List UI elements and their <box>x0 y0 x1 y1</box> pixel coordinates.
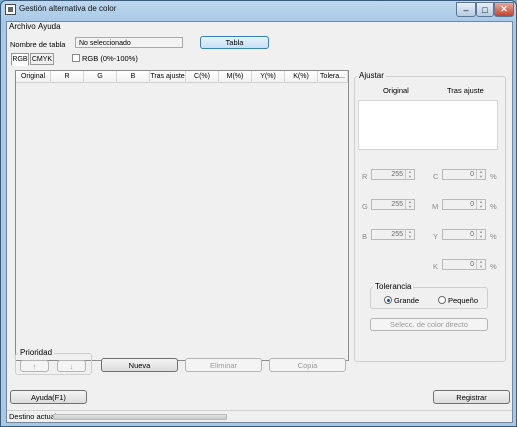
maximize-button[interactable]: □ <box>476 2 494 17</box>
adjust-after-label: Tras ajuste <box>447 86 484 95</box>
close-button[interactable]: ✕ <box>494 2 514 17</box>
k-label: K <box>433 262 439 271</box>
y-value: 0 <box>470 231 474 238</box>
copy-button[interactable]: Copia <box>269 358 346 372</box>
m-spinner[interactable]: 0 ▲ ▼ <box>442 199 486 210</box>
status-current-destination: Destino actual <box>9 412 57 421</box>
c-value: 0 <box>470 171 474 178</box>
g-label: G <box>362 202 368 211</box>
c-percent: % <box>490 172 497 181</box>
col-original[interactable]: Original <box>16 71 51 83</box>
status-bar: Destino actual <box>7 410 512 422</box>
table-name-field: No seleccionado <box>75 37 183 48</box>
rgb-percent-label: RGB (0%-100%) <box>82 54 138 63</box>
spin-arrows-icon[interactable]: ▲ ▼ <box>476 199 485 209</box>
priority-title: Prioridad <box>18 348 55 357</box>
spin-arrows-icon[interactable]: ▲ ▼ <box>405 229 414 239</box>
g-spinner[interactable]: 255 ▲ ▼ <box>371 199 415 210</box>
rgb-percent-checkbox[interactable] <box>72 54 80 62</box>
spin-arrows-icon[interactable]: ▲ ▼ <box>405 199 414 209</box>
c-label: C <box>433 172 439 181</box>
register-button[interactable]: Registrar <box>433 390 510 404</box>
spin-arrows-icon[interactable]: ▲ ▼ <box>476 229 485 239</box>
priority-down-button[interactable]: ↓ <box>57 360 86 372</box>
direct-color-select-button[interactable]: Selecc. de color directo <box>370 318 488 331</box>
y-spinner[interactable]: 0 ▲ ▼ <box>442 229 486 240</box>
spin-arrows-icon[interactable]: ▲ ▼ <box>405 169 414 179</box>
y-label: Y <box>433 232 439 241</box>
k-value: 0 <box>470 261 474 268</box>
col-m[interactable]: M(%) <box>219 71 252 83</box>
col-c[interactable]: C(%) <box>186 71 219 83</box>
r-label: R <box>362 172 368 181</box>
b-spinner[interactable]: 255 ▲ ▼ <box>371 229 415 240</box>
adjust-original-label: Original <box>383 86 409 95</box>
tolerance-large-radio[interactable] <box>384 296 392 304</box>
minimize-button[interactable]: – <box>456 2 476 17</box>
m-value: 0 <box>470 201 474 208</box>
color-mode-tabs: RGB CMYK <box>11 53 71 66</box>
r-value: 255 <box>391 171 403 178</box>
help-button[interactable]: Ayuda(F1) <box>10 390 87 404</box>
col-y[interactable]: Y(%) <box>252 71 285 83</box>
col-r[interactable]: R <box>51 71 84 83</box>
spin-arrows-icon[interactable]: ▲ ▼ <box>476 259 485 269</box>
y-percent: % <box>490 232 497 241</box>
m-percent: % <box>490 202 497 211</box>
table-button[interactable]: Tabla <box>200 36 269 49</box>
menu-archivo[interactable]: Archivo <box>9 22 36 31</box>
col-after-adjust[interactable]: Tras ajuste <box>150 71 186 83</box>
k-percent: % <box>490 262 497 271</box>
menu-ayuda[interactable]: Ayuda <box>38 22 61 31</box>
tolerance-small-radio[interactable] <box>438 296 446 304</box>
tolerance-large-label: Grande <box>394 296 420 305</box>
menu-bar: Archivo Ayuda <box>7 22 512 34</box>
b-value: 255 <box>391 231 403 238</box>
r-spinner[interactable]: 255 ▲ ▼ <box>371 169 415 180</box>
tab-cmyk[interactable]: CMYK <box>30 53 54 65</box>
col-g[interactable]: G <box>84 71 117 83</box>
color-preview <box>358 100 498 150</box>
tolerance-title: Tolerancia <box>373 282 414 291</box>
b-label: B <box>362 232 368 241</box>
spin-arrows-icon[interactable]: ▲ ▼ <box>476 169 485 179</box>
table-name-label: Nombre de tabla <box>10 40 66 49</box>
window-client-area: Archivo Ayuda Nombre de tabla No selecci… <box>6 21 513 423</box>
delete-button[interactable]: Eliminar <box>185 358 262 372</box>
col-b[interactable]: B <box>117 71 150 83</box>
g-value: 255 <box>391 201 403 208</box>
window-title: Gestión alternativa de color <box>19 4 117 13</box>
col-k[interactable]: K(%) <box>285 71 318 83</box>
c-spinner[interactable]: 0 ▲ ▼ <box>442 169 486 180</box>
app-icon <box>5 4 16 15</box>
k-spinner[interactable]: 0 ▲ ▼ <box>442 259 486 270</box>
tab-rgb[interactable]: RGB <box>11 53 29 66</box>
col-tolerance[interactable]: Tolera... <box>318 71 348 83</box>
tolerance-small-label: Pequeño <box>448 296 479 305</box>
application-window: Gestión alternativa de color – □ ✕ Archi… <box>0 0 517 427</box>
priority-up-button[interactable]: ↑ <box>20 360 49 372</box>
color-table-list[interactable]: Original R G B Tras ajuste C(%) M(%) Y(%… <box>15 70 349 361</box>
status-progress-bar <box>53 414 227 420</box>
m-label: M <box>432 202 439 211</box>
new-button[interactable]: Nueva <box>101 358 178 372</box>
adjust-title: Ajustar <box>357 71 386 80</box>
